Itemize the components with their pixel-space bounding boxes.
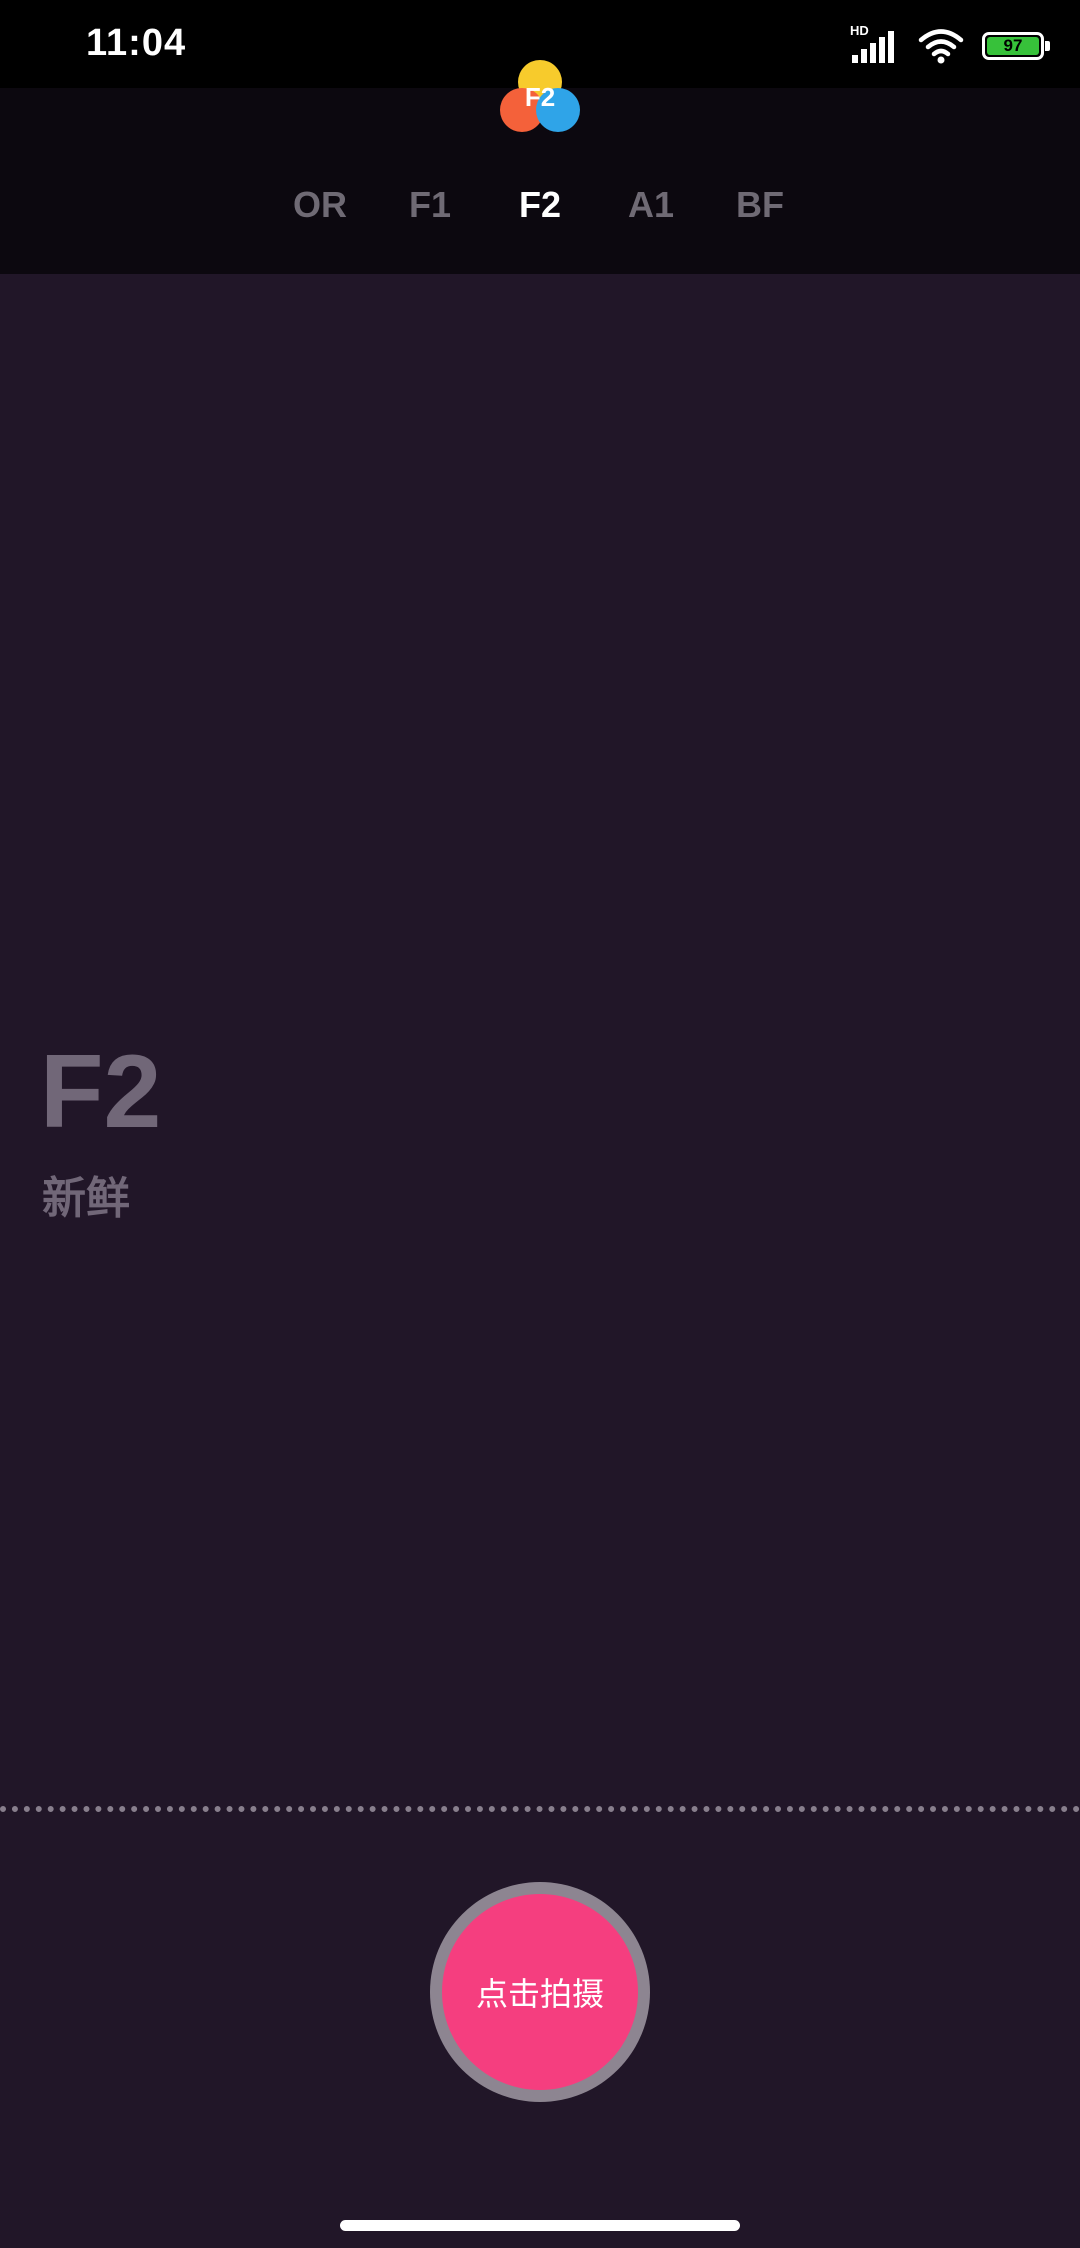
cell-signal-icon: HD — [850, 23, 896, 65]
filter-tabs: OR F1 F2 A1 BF — [0, 184, 1080, 244]
tab-bf[interactable]: BF — [710, 184, 810, 226]
current-filter-name: F2 — [40, 1034, 162, 1150]
network-type-label: HD — [850, 23, 869, 38]
tab-or[interactable]: OR — [270, 184, 370, 226]
logo-label: F2 — [524, 82, 556, 112]
battery-tip — [1045, 41, 1050, 51]
status-icons: HD 97 — [850, 23, 1050, 66]
battery-level: 97 — [987, 36, 1039, 55]
status-time: 11:04 — [86, 22, 187, 64]
divider — [0, 1806, 1080, 1812]
app-logo-icon: F2 — [498, 60, 582, 136]
filter-header: F2 OR F1 F2 A1 BF — [0, 60, 1080, 274]
current-filter-description: 新鲜 — [42, 1174, 130, 1223]
shutter-button[interactable]: 点击拍摄 — [442, 1894, 638, 2090]
battery-icon: 97 — [982, 32, 1050, 60]
camera-screen: 11:04 HD 97 F2 OR F1 F2 A1 BF F2 新鲜 点击拍摄 — [0, 0, 1080, 2248]
wifi-icon — [918, 27, 964, 65]
home-indicator[interactable] — [340, 2220, 740, 2231]
tab-f1[interactable]: F1 — [380, 184, 480, 226]
shutter-ring: 点击拍摄 — [430, 1882, 650, 2102]
tab-a1[interactable]: A1 — [601, 184, 701, 226]
tab-f2[interactable]: F2 — [490, 184, 590, 226]
